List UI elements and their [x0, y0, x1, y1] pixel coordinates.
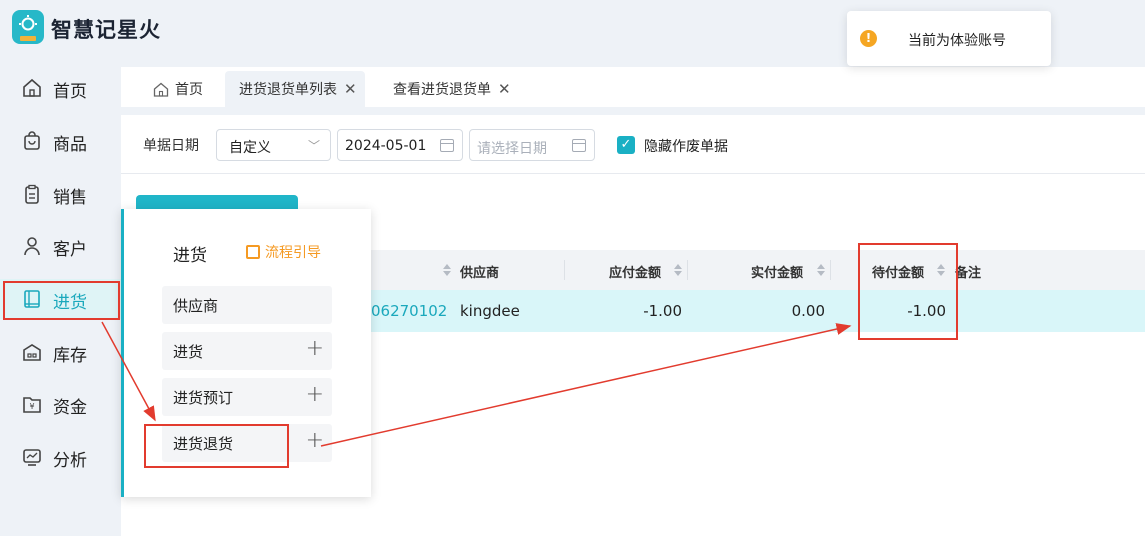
add-icon[interactable]: +: [306, 382, 324, 407]
tab-view-purchase-return[interactable]: 查看进货退货单 ✕: [379, 71, 519, 107]
calendar-icon: [440, 139, 454, 152]
home-icon: [23, 78, 41, 97]
close-icon[interactable]: ✕: [344, 80, 357, 98]
divider: [121, 173, 1145, 174]
bag-icon: [24, 131, 40, 150]
warehouse-icon: [23, 344, 41, 361]
column-header-remark: 备注: [955, 266, 982, 281]
menu-item-supplier[interactable]: 供应商: [162, 286, 332, 324]
app-title: 智慧记星火: [51, 18, 161, 42]
annotation-box-column: [858, 243, 958, 340]
start-date-input[interactable]: 2024-05-01: [337, 129, 463, 161]
tab-bar: 首页 进货退货单列表 ✕ 查看进货退货单 ✕: [121, 67, 1145, 107]
menu-item-purchase[interactable]: 进货 +: [162, 332, 332, 370]
start-date-value: 2024-05-01: [345, 138, 427, 154]
sidebar-item-label: 客户: [53, 240, 87, 260]
paid-cell: 0.00: [791, 302, 825, 320]
logo-badge: [20, 36, 36, 41]
end-date-input[interactable]: 请选择日期: [469, 129, 595, 161]
sidebar-item-inventory[interactable]: 库存: [0, 332, 121, 372]
menu-item-label: 进货预订: [173, 389, 234, 407]
date-range-select[interactable]: 自定义 ﹀: [216, 129, 331, 161]
add-icon[interactable]: +: [306, 428, 324, 453]
sidebar-item-customers[interactable]: 客户: [0, 226, 121, 266]
calendar-icon: [572, 139, 586, 152]
end-date-placeholder: 请选择日期: [477, 141, 547, 157]
flow-icon: [246, 245, 260, 259]
add-icon[interactable]: +: [306, 336, 324, 361]
sidebar-item-analysis[interactable]: 分析: [0, 437, 121, 477]
date-range-value: 自定义: [229, 140, 271, 156]
date-filter-label: 单据日期: [143, 138, 199, 154]
sort-icon[interactable]: [817, 264, 825, 278]
menu-item-purchase-order[interactable]: 进货预订 +: [162, 378, 332, 416]
sidebar-item-label: 资金: [53, 398, 87, 418]
toast-message: 当前为体验账号: [908, 33, 1006, 49]
menu-item-label: 进货: [173, 343, 204, 361]
toast-notification: ! 当前为体验账号: [847, 11, 1051, 66]
hide-void-label: 隐藏作废单据: [644, 139, 728, 155]
sidebar-item-products[interactable]: 商品: [0, 121, 121, 161]
supplier-cell: kingdee: [460, 302, 520, 320]
sidebar-item-label: 库存: [53, 346, 87, 366]
flow-guide-link[interactable]: 流程引导: [246, 242, 321, 262]
sort-icon[interactable]: [443, 264, 451, 278]
warning-icon: !: [860, 30, 877, 47]
monitor-icon: [23, 449, 41, 466]
app-logo: [12, 10, 44, 44]
column-separator: [564, 260, 565, 280]
tab-label: 首页: [175, 82, 203, 98]
annotation-box-menu: [144, 424, 289, 468]
home-icon: [153, 82, 169, 97]
sort-icon[interactable]: [674, 264, 682, 278]
sidebar-item-home[interactable]: 首页: [0, 68, 121, 108]
sidebar-item-funds[interactable]: ¥ 资金: [0, 384, 121, 424]
sidebar-item-sales[interactable]: 销售: [0, 174, 121, 214]
wallet-icon: ¥: [23, 397, 41, 413]
sidebar-item-label: 销售: [53, 188, 87, 208]
popup-title: 进货: [173, 246, 207, 266]
tab-label: 进货退货单列表: [239, 82, 337, 98]
tab-label: 查看进货退货单: [393, 82, 491, 98]
clipboard-icon: [25, 184, 39, 204]
menu-item-label: 供应商: [173, 297, 219, 315]
sidebar-item-label: 首页: [53, 82, 87, 102]
tab-home[interactable]: 首页: [153, 71, 203, 107]
check-icon: ✓: [620, 137, 632, 152]
lightbulb-icon: [19, 15, 37, 31]
sidebar-item-label: 分析: [53, 451, 87, 471]
column-header-payable: 应付金额: [608, 266, 661, 281]
svg-text:¥: ¥: [29, 402, 34, 411]
payable-cell: -1.00: [643, 302, 682, 320]
chevron-down-icon: ﹀: [307, 139, 320, 153]
tab-purchase-return-list[interactable]: 进货退货单列表 ✕: [225, 71, 365, 107]
column-separator: [830, 260, 831, 280]
column-header-paid: 实付金额: [750, 266, 803, 281]
sidebar-item-label: 商品: [53, 135, 87, 155]
user-icon: [24, 237, 40, 256]
close-icon[interactable]: ✕: [498, 80, 511, 98]
column-separator: [687, 260, 688, 280]
flow-guide-label: 流程引导: [265, 245, 321, 261]
bill-number-link[interactable]: 06270102: [371, 302, 447, 320]
hide-void-checkbox[interactable]: ✓: [617, 136, 635, 154]
annotation-box-sidebar: [3, 281, 120, 320]
column-header-supplier: 供应商: [460, 266, 500, 281]
